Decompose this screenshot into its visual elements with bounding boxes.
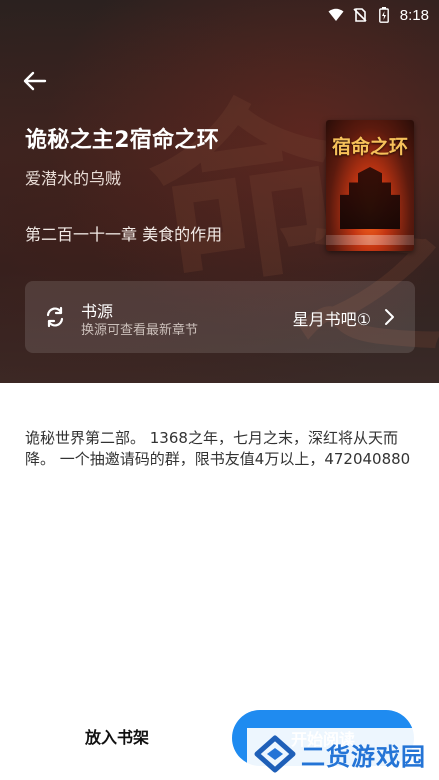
chevron-right-icon xyxy=(385,309,394,325)
wifi-icon xyxy=(328,7,344,23)
watermark: 二货游戏园 xyxy=(247,728,439,780)
cover-art xyxy=(340,167,400,229)
source-value: 星月书吧① xyxy=(292,310,371,329)
back-button[interactable] xyxy=(18,64,52,98)
book-author[interactable]: 爱潜水的乌贼 xyxy=(25,165,121,189)
no-sim-icon xyxy=(352,7,368,23)
watermark-text: 二货游戏园 xyxy=(301,742,426,771)
cover-title: 宿命之环 xyxy=(331,136,408,158)
latest-chapter[interactable]: 第二百一十一章 美食的作用 xyxy=(25,221,222,245)
arrow-left-icon xyxy=(23,71,47,91)
add-to-shelf-button[interactable]: 放入书架 xyxy=(62,716,172,756)
status-time: 8:18 xyxy=(399,6,429,24)
book-header: 命 之 8:18 诡秘之主2宿命之环 爱潜水的乌贼 第二百一十一章 美食的作用 … xyxy=(0,0,439,383)
status-bar: 8:18 xyxy=(0,0,439,30)
battery-icon xyxy=(376,7,392,23)
book-cover: 宿命之环 xyxy=(326,120,414,251)
book-description: 诡秘世界第二部。 1368之年，七月之末，深红将从天而降。 一个抽邀请码的群，限… xyxy=(25,429,411,468)
swap-icon xyxy=(46,306,64,328)
source-hint: 换源可查看最新章节 xyxy=(81,323,199,338)
book-title: 诡秘之主2宿命之环 xyxy=(25,128,220,153)
watermark-logo-icon xyxy=(254,735,296,773)
book-source-selector[interactable]: 书源 换源可查看最新章节 星月书吧① xyxy=(25,281,415,353)
cover-footer xyxy=(326,235,414,245)
